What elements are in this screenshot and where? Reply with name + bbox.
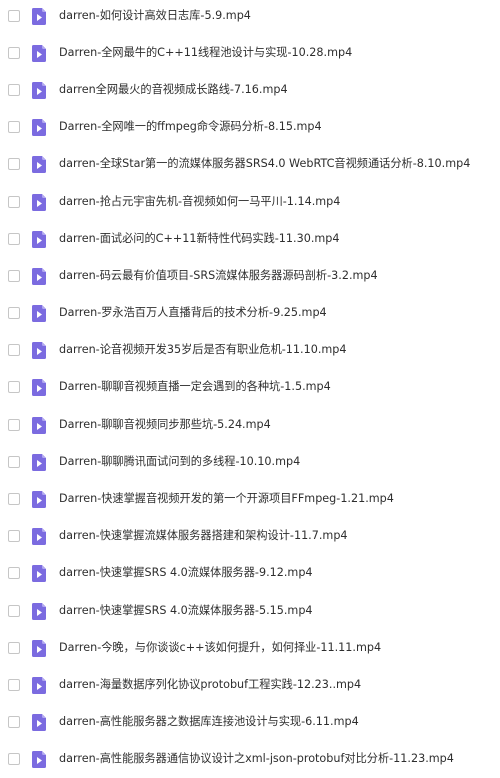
file-row[interactable]: darren-高性能服务器之数据库连接池设计与实现-6.11.mp4: [0, 704, 500, 741]
file-row[interactable]: Darren-聊聊音视频直播一定会遇到的各种坑-1.5.mp4: [0, 369, 500, 406]
file-row[interactable]: darren-快速掌握流媒体服务器搭建和架构设计-11.7.mp4: [0, 518, 500, 555]
row-checkbox[interactable]: [8, 158, 20, 171]
file-row[interactable]: darren-海量数据序列化协议protobuf工程实践-12.23..mp4: [0, 666, 500, 703]
video-file-icon: [32, 267, 46, 285]
file-row[interactable]: darren-高性能服务器通信协议设计之xml-json-protobuf对比分…: [0, 741, 500, 778]
video-file-icon: [32, 491, 46, 509]
file-row[interactable]: darren-抢占元宇宙先机-音视频如何一马平川-1.14.mp4: [0, 183, 500, 220]
file-row[interactable]: Darren-聊聊音视频同步那些坑-5.24.mp4: [0, 406, 500, 443]
file-list: darren-如何设计高效日志库-5.9.mp4 Darren-全网最牛的C++1…: [0, 0, 500, 778]
file-name: darren-海量数据序列化协议protobuf工程实践-12.23..mp4: [59, 677, 362, 691]
row-checkbox[interactable]: [8, 567, 20, 580]
video-file-icon: [32, 230, 46, 248]
file-name: darren-全球Star第一的流媒体服务器SRS4.0 WebRTC音视频通话…: [59, 157, 471, 171]
file-row[interactable]: Darren-聊聊腾讯面试问到的多线程-10.10.mp4: [0, 443, 500, 480]
row-checkbox[interactable]: [8, 381, 20, 394]
file-name: darren-高性能服务器通信协议设计之xml-json-protobuf对比分…: [59, 752, 454, 766]
row-checkbox[interactable]: [8, 9, 20, 22]
row-checkbox[interactable]: [8, 121, 20, 134]
video-file-icon: [32, 119, 46, 137]
row-checkbox[interactable]: [8, 195, 20, 208]
file-row[interactable]: darren-快速掌握SRS 4.0流媒体服务器-9.12.mp4: [0, 555, 500, 592]
file-name: Darren-全网最牛的C++11线程池设计与实现-10.28.mp4: [59, 45, 353, 59]
row-checkbox[interactable]: [8, 46, 20, 59]
file-name: darren-快速掌握流媒体服务器搭建和架构设计-11.7.mp4: [59, 529, 348, 543]
file-name: darren-快速掌握SRS 4.0流媒体服务器-5.15.mp4: [59, 603, 313, 617]
file-name: darren-快速掌握SRS 4.0流媒体服务器-9.12.mp4: [59, 566, 313, 580]
video-file-icon: [32, 602, 46, 620]
file-row[interactable]: Darren-快速掌握音视频开发的第一个开源项目FFmpeg-1.21.mp4: [0, 480, 500, 517]
file-row[interactable]: Darren-罗永浩百万人直播背后的技术分析-9.25.mp4: [0, 295, 500, 332]
file-name: darren-面试必问的C++11新特性代码实践-11.30.mp4: [59, 231, 340, 245]
file-name: Darren-聊聊腾讯面试问到的多线程-10.10.mp4: [59, 454, 301, 468]
row-checkbox[interactable]: [8, 83, 20, 96]
video-file-icon: [32, 639, 46, 657]
file-row[interactable]: Darren-今晚，与你谈谈c++该如何提升，如何择业-11.11.mp4: [0, 629, 500, 666]
row-checkbox[interactable]: [8, 678, 20, 691]
file-name: Darren-快速掌握音视频开发的第一个开源项目FFmpeg-1.21.mp4: [59, 492, 394, 506]
file-row[interactable]: darren-面试必问的C++11新特性代码实践-11.30.mp4: [0, 220, 500, 257]
video-file-icon: [32, 305, 46, 323]
file-name: darren-论音视频开发35岁后是否有职业危机-11.10.mp4: [59, 343, 347, 357]
row-checkbox[interactable]: [8, 641, 20, 654]
file-name: darren-抢占元宇宙先机-音视频如何一马平川-1.14.mp4: [59, 194, 341, 208]
row-checkbox[interactable]: [8, 269, 20, 282]
video-file-icon: [32, 156, 46, 174]
file-name: Darren-聊聊音视频直播一定会遇到的各种坑-1.5.mp4: [59, 380, 331, 394]
row-checkbox[interactable]: [8, 530, 20, 543]
video-file-icon: [32, 193, 46, 211]
file-row[interactable]: darren-全球Star第一的流媒体服务器SRS4.0 WebRTC音视频通话…: [0, 146, 500, 183]
video-file-icon: [32, 676, 46, 694]
file-row[interactable]: darren-如何设计高效日志库-5.9.mp4: [0, 0, 500, 34]
video-file-icon: [32, 416, 46, 434]
video-file-icon: [32, 7, 46, 25]
file-name: Darren-聊聊音视频同步那些坑-5.24.mp4: [59, 417, 271, 431]
video-file-icon: [32, 565, 46, 583]
file-row[interactable]: Darren-全网最牛的C++11线程池设计与实现-10.28.mp4: [0, 34, 500, 71]
video-file-icon: [32, 379, 46, 397]
video-file-icon: [32, 751, 46, 769]
row-checkbox[interactable]: [8, 418, 20, 431]
file-row[interactable]: darren-论音视频开发35岁后是否有职业危机-11.10.mp4: [0, 332, 500, 369]
file-row[interactable]: darren-快速掌握SRS 4.0流媒体服务器-5.15.mp4: [0, 592, 500, 629]
row-checkbox[interactable]: [8, 604, 20, 617]
row-checkbox[interactable]: [8, 493, 20, 506]
video-file-icon: [32, 453, 46, 471]
video-file-icon: [32, 714, 46, 732]
file-row[interactable]: darren-码云最有价值项目-SRS流媒体服务器源码剖析-3.2.mp4: [0, 257, 500, 294]
file-name: Darren-全网唯一的ffmpeg命令源码分析-8.15.mp4: [59, 120, 322, 134]
row-checkbox[interactable]: [8, 232, 20, 245]
row-checkbox[interactable]: [8, 455, 20, 468]
file-name: Darren-罗永浩百万人直播背后的技术分析-9.25.mp4: [59, 306, 327, 320]
row-checkbox[interactable]: [8, 307, 20, 320]
row-checkbox[interactable]: [8, 716, 20, 729]
file-name: Darren-今晚，与你谈谈c++该如何提升，如何择业-11.11.mp4: [59, 640, 382, 654]
file-name: darren-如何设计高效日志库-5.9.mp4: [59, 8, 251, 22]
file-row[interactable]: darren全网最火的音视频成长路线-7.16.mp4: [0, 71, 500, 108]
file-name: darren-高性能服务器之数据库连接池设计与实现-6.11.mp4: [59, 715, 359, 729]
video-file-icon: [32, 528, 46, 546]
file-name: darren-码云最有价值项目-SRS流媒体服务器源码剖析-3.2.mp4: [59, 268, 378, 282]
video-file-icon: [32, 44, 46, 62]
row-checkbox[interactable]: [8, 344, 20, 357]
video-file-icon: [32, 81, 46, 99]
file-row[interactable]: Darren-全网唯一的ffmpeg命令源码分析-8.15.mp4: [0, 109, 500, 146]
file-name: darren全网最火的音视频成长路线-7.16.mp4: [59, 82, 288, 96]
video-file-icon: [32, 342, 46, 360]
row-checkbox[interactable]: [8, 753, 20, 766]
